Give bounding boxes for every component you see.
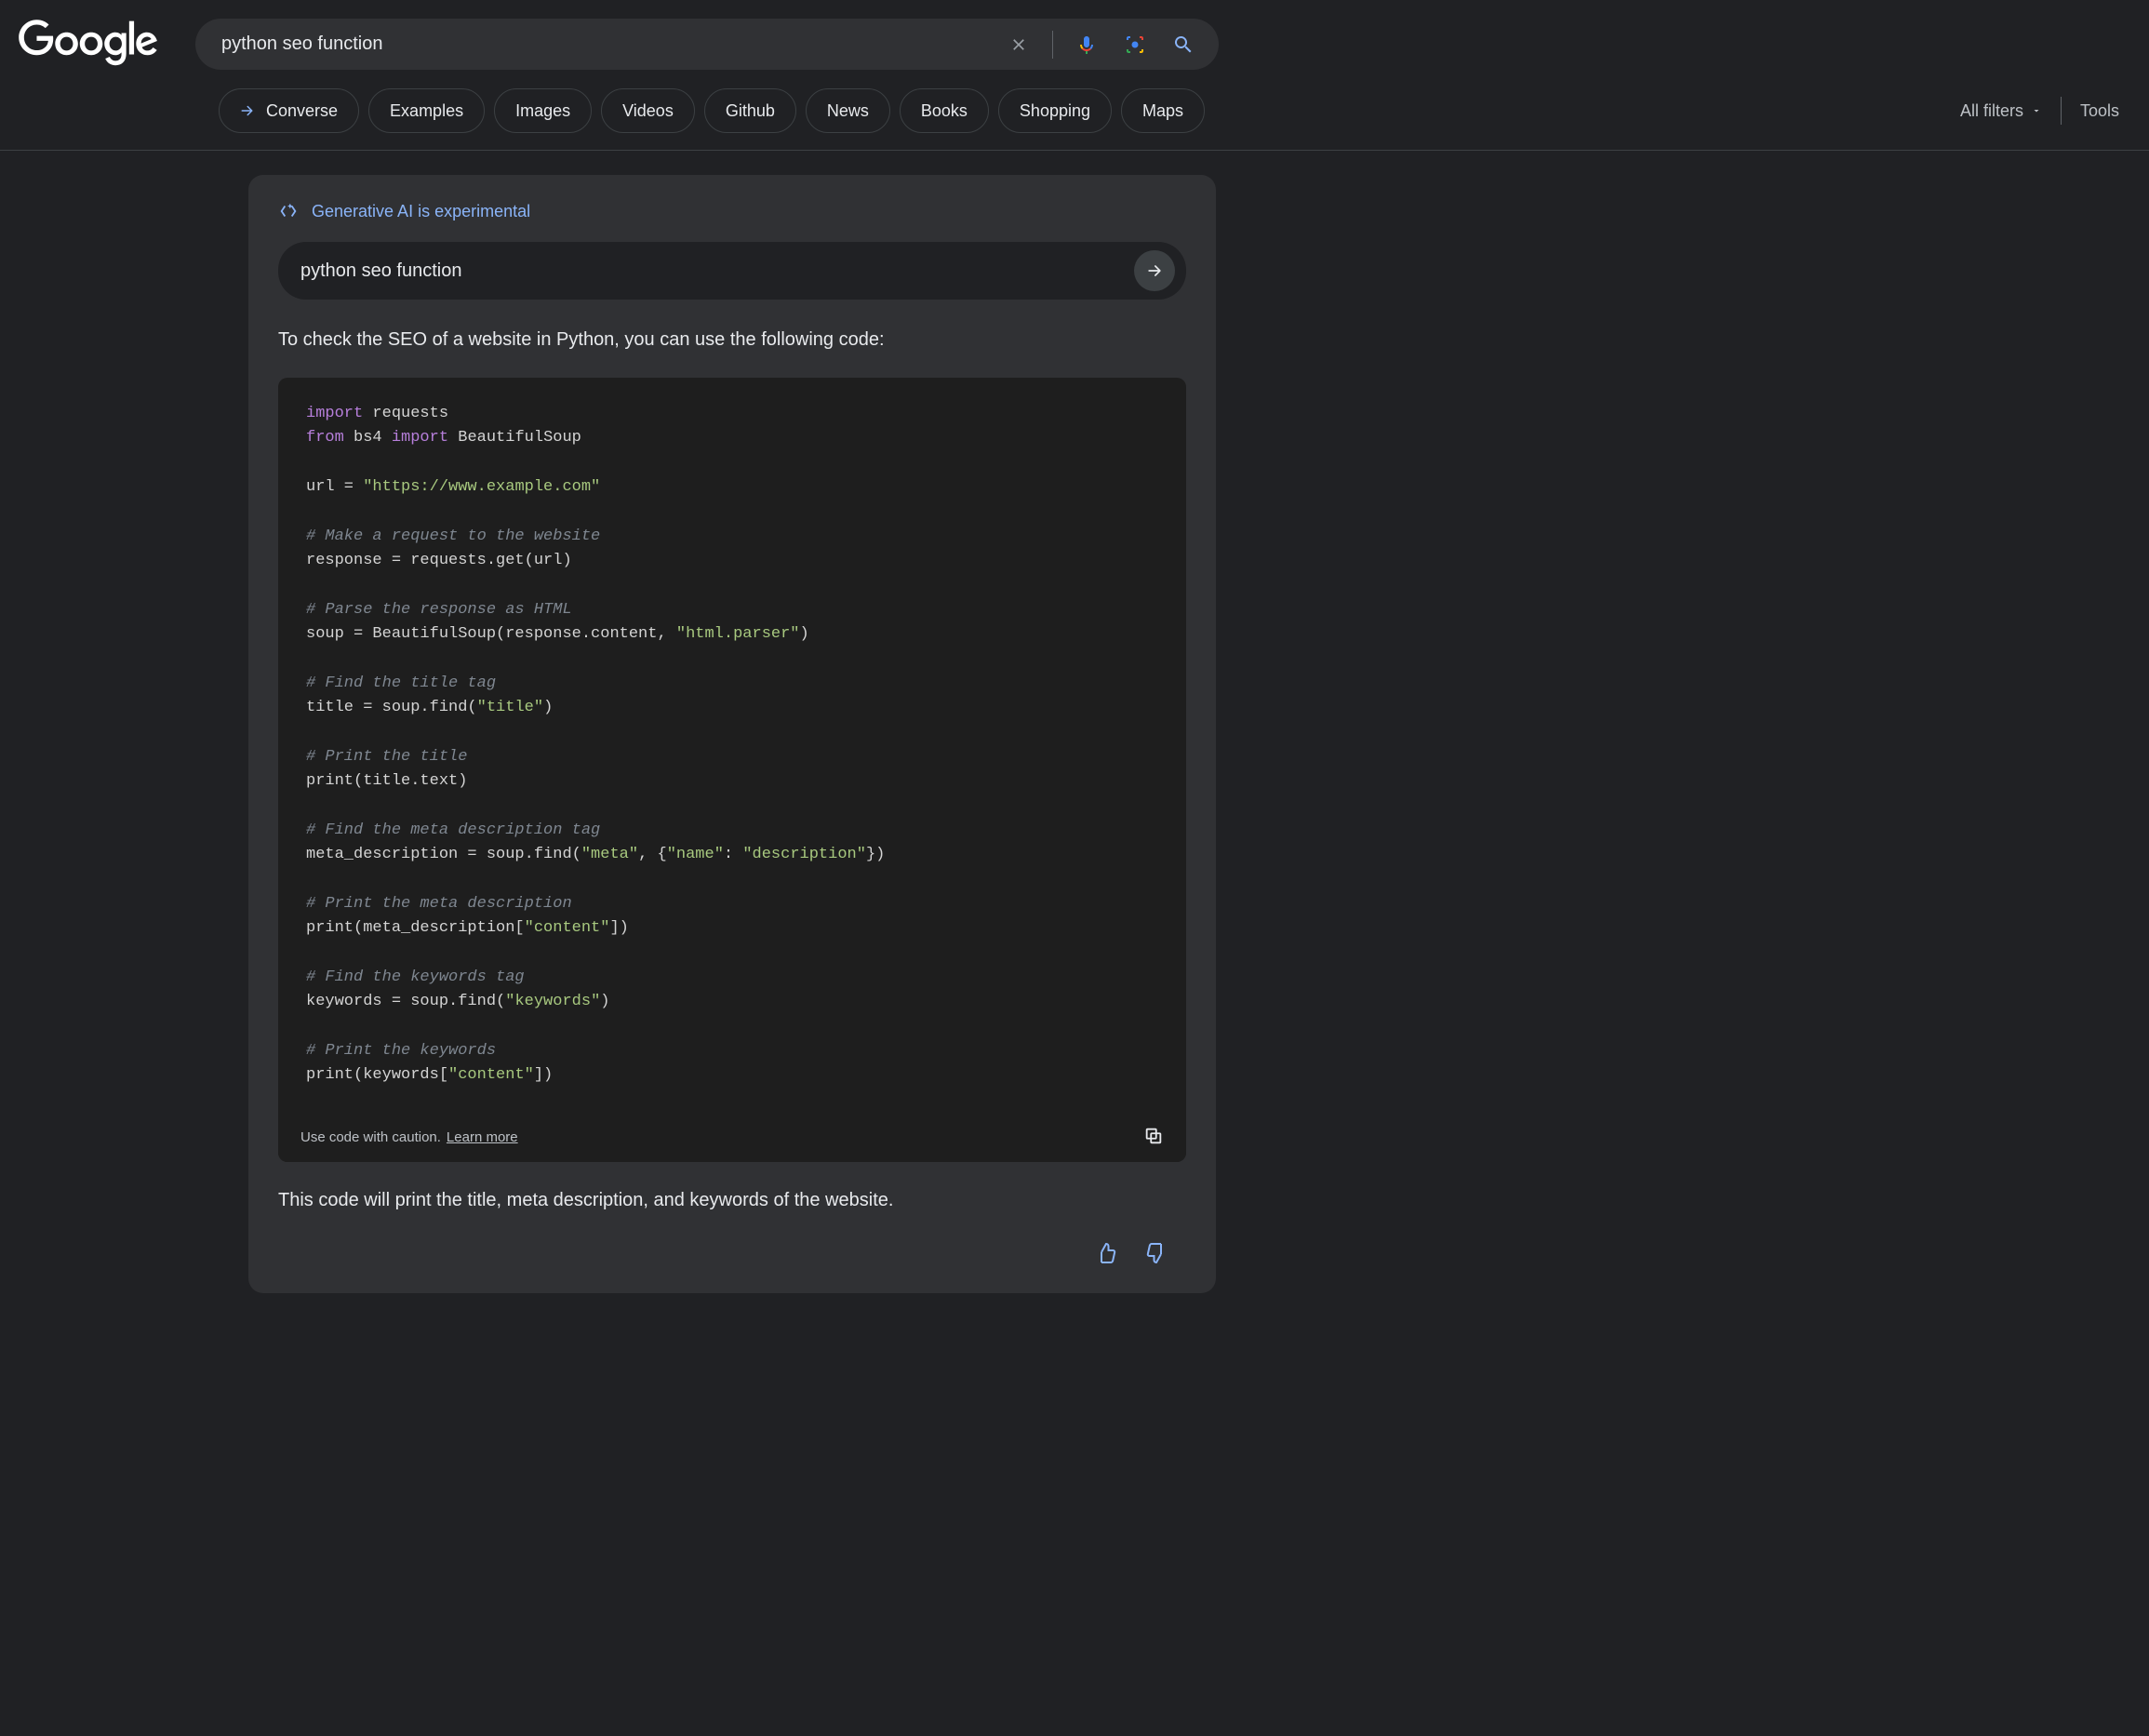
thumbs-down-button[interactable] xyxy=(1145,1242,1168,1267)
learn-more-link[interactable]: Learn more xyxy=(447,1129,518,1145)
ai-query-bar: python seo function xyxy=(278,242,1186,300)
chip-label: Github xyxy=(726,101,775,121)
chip-github[interactable]: Github xyxy=(704,88,796,133)
all-filters-button[interactable]: All filters xyxy=(1960,101,2042,121)
chip-news[interactable]: News xyxy=(806,88,890,133)
ai-query-text: python seo function xyxy=(300,260,1134,282)
code-body: import requests from bs4 import Beautifu… xyxy=(278,378,1186,1113)
chip-images[interactable]: Images xyxy=(494,88,592,133)
chip-books[interactable]: Books xyxy=(900,88,989,133)
divider xyxy=(2061,97,2062,125)
chip-examples[interactable]: Examples xyxy=(368,88,485,133)
chip-converse[interactable]: Converse xyxy=(219,88,359,133)
ai-submit-button[interactable] xyxy=(1134,250,1175,291)
divider xyxy=(1052,31,1053,59)
lens-icon[interactable] xyxy=(1120,30,1150,60)
thumbs-down-icon xyxy=(1145,1242,1168,1264)
thumbs-up-button[interactable] xyxy=(1095,1242,1117,1267)
generative-ai-card: Generative AI is experimental python seo… xyxy=(248,175,1216,1293)
chip-label: Videos xyxy=(622,101,674,121)
code-block: import requests from bs4 import Beautifu… xyxy=(278,378,1186,1162)
ai-header-label: Generative AI is experimental xyxy=(312,202,530,221)
copy-code-button[interactable] xyxy=(1143,1126,1164,1149)
converse-arrow-icon xyxy=(240,102,257,119)
thumbs-up-icon xyxy=(1095,1242,1117,1264)
chip-label: Examples xyxy=(390,101,463,121)
arrow-right-icon xyxy=(1145,261,1164,280)
google-logo[interactable] xyxy=(19,20,158,70)
clear-icon[interactable] xyxy=(1004,30,1034,60)
chip-label: Books xyxy=(921,101,968,121)
all-filters-label: All filters xyxy=(1960,101,2023,121)
search-icon[interactable] xyxy=(1168,30,1198,60)
tools-button[interactable]: Tools xyxy=(2080,101,2119,121)
chip-label: Images xyxy=(515,101,570,121)
code-caution-text: Use code with caution. xyxy=(300,1129,441,1145)
chip-label: Maps xyxy=(1142,101,1183,121)
mic-icon[interactable] xyxy=(1072,30,1101,60)
chip-label: Converse xyxy=(266,101,338,121)
ai-intro-text: To check the SEO of a website in Python,… xyxy=(278,326,1186,354)
chip-label: Shopping xyxy=(1020,101,1090,121)
chip-shopping[interactable]: Shopping xyxy=(998,88,1112,133)
search-bar xyxy=(195,19,1219,70)
sparkle-code-icon xyxy=(278,201,299,221)
copy-icon xyxy=(1143,1126,1164,1146)
ai-outro-text: This code will print the title, meta des… xyxy=(278,1186,1186,1214)
chip-videos[interactable]: Videos xyxy=(601,88,695,133)
chevron-down-icon xyxy=(2031,105,2042,116)
chip-label: News xyxy=(827,101,869,121)
search-input[interactable] xyxy=(221,33,996,55)
chip-maps[interactable]: Maps xyxy=(1121,88,1205,133)
